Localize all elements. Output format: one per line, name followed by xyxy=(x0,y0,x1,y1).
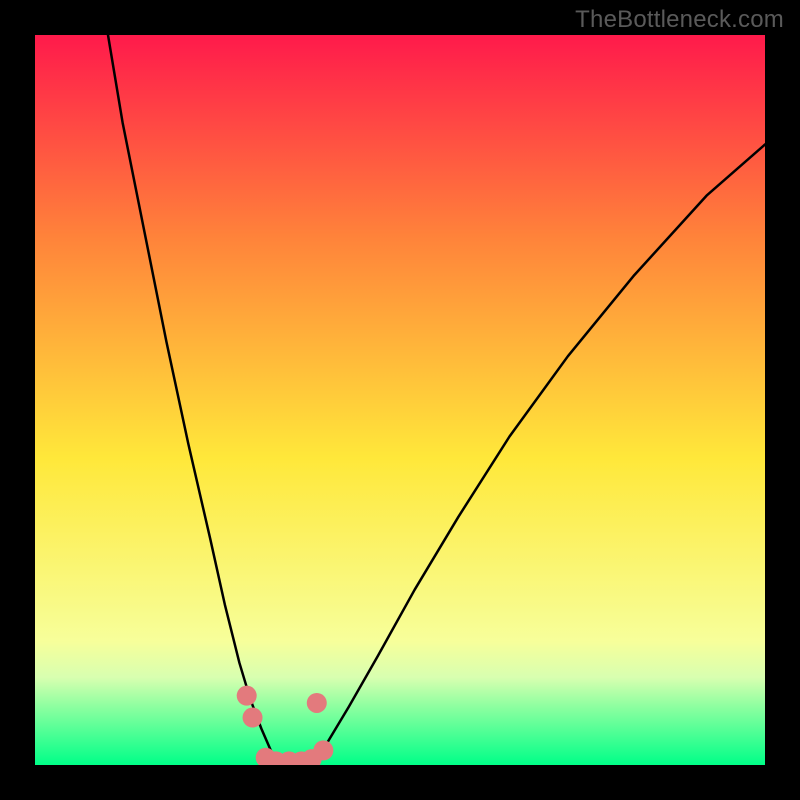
plot-area xyxy=(35,35,765,765)
chart-frame: TheBottleneck.com xyxy=(0,0,800,800)
valley-marker xyxy=(237,686,257,706)
watermark-text: TheBottleneck.com xyxy=(575,6,784,34)
valley-marker xyxy=(313,740,333,760)
valley-marker xyxy=(243,708,263,728)
valley-marker xyxy=(307,693,327,713)
bottleneck-chart xyxy=(35,35,765,765)
